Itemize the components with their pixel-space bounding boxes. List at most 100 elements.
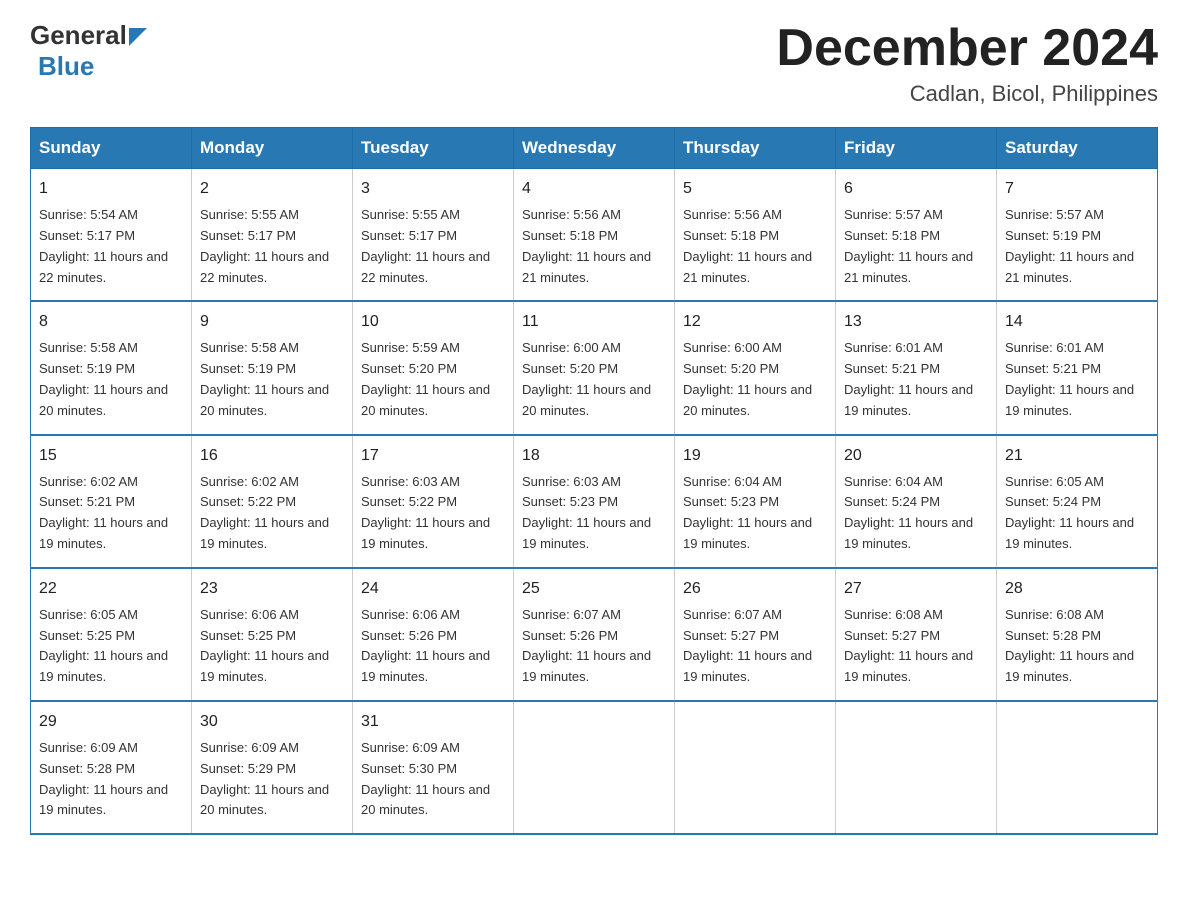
logo-triangle-icon (129, 28, 147, 51)
week-row-5: 29Sunrise: 6:09 AMSunset: 5:28 PMDayligh… (31, 701, 1158, 834)
calendar-cell: 21Sunrise: 6:05 AMSunset: 5:24 PMDayligh… (997, 435, 1158, 568)
day-number: 22 (39, 577, 183, 601)
calendar-cell: 16 Sunrise: 6:02 AMSunset: 5:22 PMDayligh… (192, 435, 353, 568)
day-number: 30 (200, 710, 344, 734)
day-info: Sunrise: 5:57 AMSunset: 5:19 PMDaylight:… (1005, 205, 1149, 288)
calendar-header-row: SundayMondayTuesdayWednesdayThursdayFrid… (31, 128, 1158, 169)
day-info: Sunrise: 6:02 AMSunset: 5:21 PMDaylight:… (39, 472, 183, 555)
day-number: 24 (361, 577, 505, 601)
week-row-1: 1Sunrise: 5:54 AMSunset: 5:17 PMDaylight… (31, 169, 1158, 302)
calendar-cell: 10Sunrise: 5:59 AMSunset: 5:20 PMDayligh… (353, 301, 514, 434)
header-thursday: Thursday (675, 128, 836, 169)
day-info: Sunrise: 6:00 AMSunset: 5:20 PMDaylight:… (522, 338, 666, 421)
header: General Blue December 2024 Cadlan, Bicol… (30, 20, 1158, 107)
calendar-cell: 22 Sunrise: 6:05 AMSunset: 5:25 PMDayligh… (31, 568, 192, 701)
header-monday: Monday (192, 128, 353, 169)
day-info: Sunrise: 5:56 AMSunset: 5:18 PMDaylight:… (683, 205, 827, 288)
day-number: 18 (522, 444, 666, 468)
month-title: December 2024 (776, 20, 1158, 77)
calendar-cell: 17 Sunrise: 6:03 AMSunset: 5:22 PMDayligh… (353, 435, 514, 568)
calendar-cell: 11 Sunrise: 6:00 AMSunset: 5:20 PMDayligh… (514, 301, 675, 434)
calendar-cell: 29Sunrise: 6:09 AMSunset: 5:28 PMDayligh… (31, 701, 192, 834)
calendar-cell: 9 Sunrise: 5:58 AMSunset: 5:19 PMDaylight… (192, 301, 353, 434)
day-info: Sunrise: 6:09 AMSunset: 5:28 PMDaylight:… (39, 738, 183, 821)
day-info: Sunrise: 6:07 AMSunset: 5:26 PMDaylight:… (522, 605, 666, 688)
day-number: 10 (361, 310, 505, 334)
header-tuesday: Tuesday (353, 128, 514, 169)
day-number: 19 (683, 444, 827, 468)
day-info: Sunrise: 6:08 AMSunset: 5:28 PMDaylight:… (1005, 605, 1149, 688)
day-info: Sunrise: 6:03 AMSunset: 5:22 PMDaylight:… (361, 472, 505, 555)
logo-blue-text: Blue (34, 51, 94, 82)
calendar-cell: 2Sunrise: 5:55 AMSunset: 5:17 PMDaylight… (192, 169, 353, 302)
calendar-cell: 12Sunrise: 6:00 AMSunset: 5:20 PMDayligh… (675, 301, 836, 434)
day-number: 14 (1005, 310, 1149, 334)
calendar-cell: 14 Sunrise: 6:01 AMSunset: 5:21 PMDayligh… (997, 301, 1158, 434)
day-info: Sunrise: 6:04 AMSunset: 5:24 PMDaylight:… (844, 472, 988, 555)
calendar-cell: 19 Sunrise: 6:04 AMSunset: 5:23 PMDayligh… (675, 435, 836, 568)
calendar-cell: 13 Sunrise: 6:01 AMSunset: 5:21 PMDayligh… (836, 301, 997, 434)
day-info: Sunrise: 5:57 AMSunset: 5:18 PMDaylight:… (844, 205, 988, 288)
day-number: 11 (522, 310, 666, 334)
day-number: 1 (39, 177, 183, 201)
day-info: Sunrise: 6:01 AMSunset: 5:21 PMDaylight:… (1005, 338, 1149, 421)
day-info: Sunrise: 5:56 AMSunset: 5:18 PMDaylight:… (522, 205, 666, 288)
day-info: Sunrise: 6:05 AMSunset: 5:24 PMDaylight:… (1005, 472, 1149, 555)
day-number: 16 (200, 444, 344, 468)
logo-general-text: General (30, 20, 127, 51)
calendar-cell: 26 Sunrise: 6:07 AMSunset: 5:27 PMDayligh… (675, 568, 836, 701)
day-info: Sunrise: 6:01 AMSunset: 5:21 PMDaylight:… (844, 338, 988, 421)
calendar-cell: 15Sunrise: 6:02 AMSunset: 5:21 PMDayligh… (31, 435, 192, 568)
calendar-cell: 4 Sunrise: 5:56 AMSunset: 5:18 PMDaylight… (514, 169, 675, 302)
day-number: 3 (361, 177, 505, 201)
day-number: 28 (1005, 577, 1149, 601)
day-info: Sunrise: 6:09 AMSunset: 5:29 PMDaylight:… (200, 738, 344, 821)
calendar-cell: 30 Sunrise: 6:09 AMSunset: 5:29 PMDayligh… (192, 701, 353, 834)
logo: General Blue (30, 20, 147, 82)
calendar-cell: 1Sunrise: 5:54 AMSunset: 5:17 PMDaylight… (31, 169, 192, 302)
day-number: 8 (39, 310, 183, 334)
calendar-cell: 6 Sunrise: 5:57 AMSunset: 5:18 PMDaylight… (836, 169, 997, 302)
header-friday: Friday (836, 128, 997, 169)
day-info: Sunrise: 5:58 AMSunset: 5:19 PMDaylight:… (200, 338, 344, 421)
day-number: 5 (683, 177, 827, 201)
title-area: December 2024 Cadlan, Bicol, Philippines (776, 20, 1158, 107)
day-number: 9 (200, 310, 344, 334)
week-row-4: 22 Sunrise: 6:05 AMSunset: 5:25 PMDayligh… (31, 568, 1158, 701)
week-row-3: 15Sunrise: 6:02 AMSunset: 5:21 PMDayligh… (31, 435, 1158, 568)
week-row-2: 8 Sunrise: 5:58 AMSunset: 5:19 PMDaylight… (31, 301, 1158, 434)
day-info: Sunrise: 6:08 AMSunset: 5:27 PMDaylight:… (844, 605, 988, 688)
location-title: Cadlan, Bicol, Philippines (776, 81, 1158, 107)
day-info: Sunrise: 5:58 AMSunset: 5:19 PMDaylight:… (39, 338, 183, 421)
day-number: 7 (1005, 177, 1149, 201)
day-info: Sunrise: 6:07 AMSunset: 5:27 PMDaylight:… (683, 605, 827, 688)
calendar-cell (514, 701, 675, 834)
day-number: 13 (844, 310, 988, 334)
day-info: Sunrise: 6:06 AMSunset: 5:25 PMDaylight:… (200, 605, 344, 688)
calendar-cell: 5 Sunrise: 5:56 AMSunset: 5:18 PMDaylight… (675, 169, 836, 302)
day-number: 31 (361, 710, 505, 734)
day-info: Sunrise: 6:00 AMSunset: 5:20 PMDaylight:… (683, 338, 827, 421)
day-info: Sunrise: 6:04 AMSunset: 5:23 PMDaylight:… (683, 472, 827, 555)
day-number: 4 (522, 177, 666, 201)
day-info: Sunrise: 6:03 AMSunset: 5:23 PMDaylight:… (522, 472, 666, 555)
day-info: Sunrise: 6:09 AMSunset: 5:30 PMDaylight:… (361, 738, 505, 821)
day-info: Sunrise: 6:05 AMSunset: 5:25 PMDaylight:… (39, 605, 183, 688)
calendar-cell: 3 Sunrise: 5:55 AMSunset: 5:17 PMDaylight… (353, 169, 514, 302)
day-number: 6 (844, 177, 988, 201)
header-wednesday: Wednesday (514, 128, 675, 169)
calendar-cell: 23Sunrise: 6:06 AMSunset: 5:25 PMDayligh… (192, 568, 353, 701)
calendar-cell: 27Sunrise: 6:08 AMSunset: 5:27 PMDayligh… (836, 568, 997, 701)
day-number: 20 (844, 444, 988, 468)
calendar-cell: 25 Sunrise: 6:07 AMSunset: 5:26 PMDayligh… (514, 568, 675, 701)
calendar-cell (675, 701, 836, 834)
calendar-cell: 31 Sunrise: 6:09 AMSunset: 5:30 PMDayligh… (353, 701, 514, 834)
day-number: 17 (361, 444, 505, 468)
day-info: Sunrise: 6:02 AMSunset: 5:22 PMDaylight:… (200, 472, 344, 555)
calendar-cell: 7 Sunrise: 5:57 AMSunset: 5:19 PMDaylight… (997, 169, 1158, 302)
day-number: 25 (522, 577, 666, 601)
day-number: 26 (683, 577, 827, 601)
day-number: 2 (200, 177, 344, 201)
calendar-cell: 28 Sunrise: 6:08 AMSunset: 5:28 PMDayligh… (997, 568, 1158, 701)
day-info: Sunrise: 5:55 AMSunset: 5:17 PMDaylight:… (361, 205, 505, 288)
